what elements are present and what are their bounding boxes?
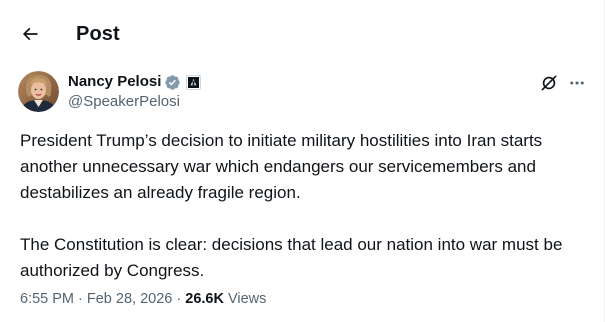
views-label: Views <box>227 291 267 307</box>
tweet-meta: 6:55 PM · Feb 28, 2026 · 26.6K Views <box>20 290 266 308</box>
author-name-row: Nancy Pelosi <box>68 73 202 91</box>
arrow-left-icon <box>22 27 38 41</box>
government-affiliation-icon[interactable] <box>186 74 202 90</box>
back-button[interactable] <box>12 16 48 52</box>
tweet-time[interactable]: 6:55 PM <box>20 291 74 307</box>
tweet-paragraph: The Constitution is clear: decisions tha… <box>20 235 563 280</box>
avatar[interactable] <box>18 71 59 112</box>
tweet-text: President Trump’s decision to initiate m… <box>20 128 590 284</box>
author-display-name[interactable]: Nancy Pelosi <box>68 73 161 91</box>
tweet-date[interactable]: Feb 28, 2026 <box>87 291 172 307</box>
avatar-image <box>18 71 59 112</box>
meta-separator: · <box>74 291 87 307</box>
meta-separator: · <box>172 291 186 307</box>
tweet-paragraph: President Trump’s decision to initiate m… <box>20 131 543 202</box>
more-icon <box>570 81 584 85</box>
grok-icon <box>541 75 557 91</box>
more-button[interactable] <box>566 71 588 95</box>
page-title: Post <box>76 23 120 45</box>
verified-badge-icon[interactable] <box>164 74 181 91</box>
views-count[interactable]: 26.6K <box>185 291 224 307</box>
author-handle[interactable]: @SpeakerPelosi <box>68 93 180 111</box>
grok-button[interactable] <box>537 71 561 95</box>
post-header: Post <box>0 0 604 66</box>
